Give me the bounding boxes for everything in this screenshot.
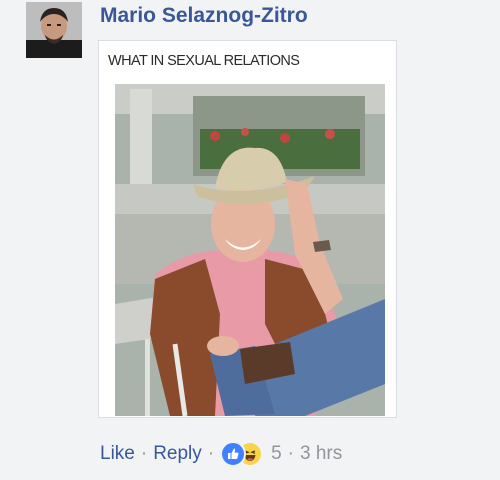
separator-dot: · — [140, 443, 148, 464]
like-reaction-icon — [220, 441, 247, 467]
reactions-summary[interactable]: 5 — [220, 441, 282, 467]
reaction-count: 5 — [271, 443, 282, 464]
separator-dot: · — [287, 443, 294, 464]
comment-image-attachment[interactable]: WHAT IN SEXUAL RELATIONS — [98, 40, 397, 418]
profile-photo-icon — [26, 2, 82, 58]
like-link[interactable]: Like — [100, 443, 135, 465]
reply-link[interactable]: Reply — [153, 443, 202, 465]
comment-actions-bar: Like · Reply · 5 · 3 hrs — [100, 441, 342, 467]
comment-timestamp[interactable]: 3 hrs — [300, 443, 342, 465]
commenter-avatar[interactable] — [26, 2, 82, 58]
separator-dot: · — [207, 443, 215, 464]
meme-caption: WHAT IN SEXUAL RELATIONS — [108, 53, 300, 69]
meme-photo — [115, 84, 385, 416]
photo-man-in-cowboy-hat-icon — [115, 84, 385, 416]
commenter-name-link[interactable]: Mario Selaznog-Zitro — [100, 4, 308, 28]
